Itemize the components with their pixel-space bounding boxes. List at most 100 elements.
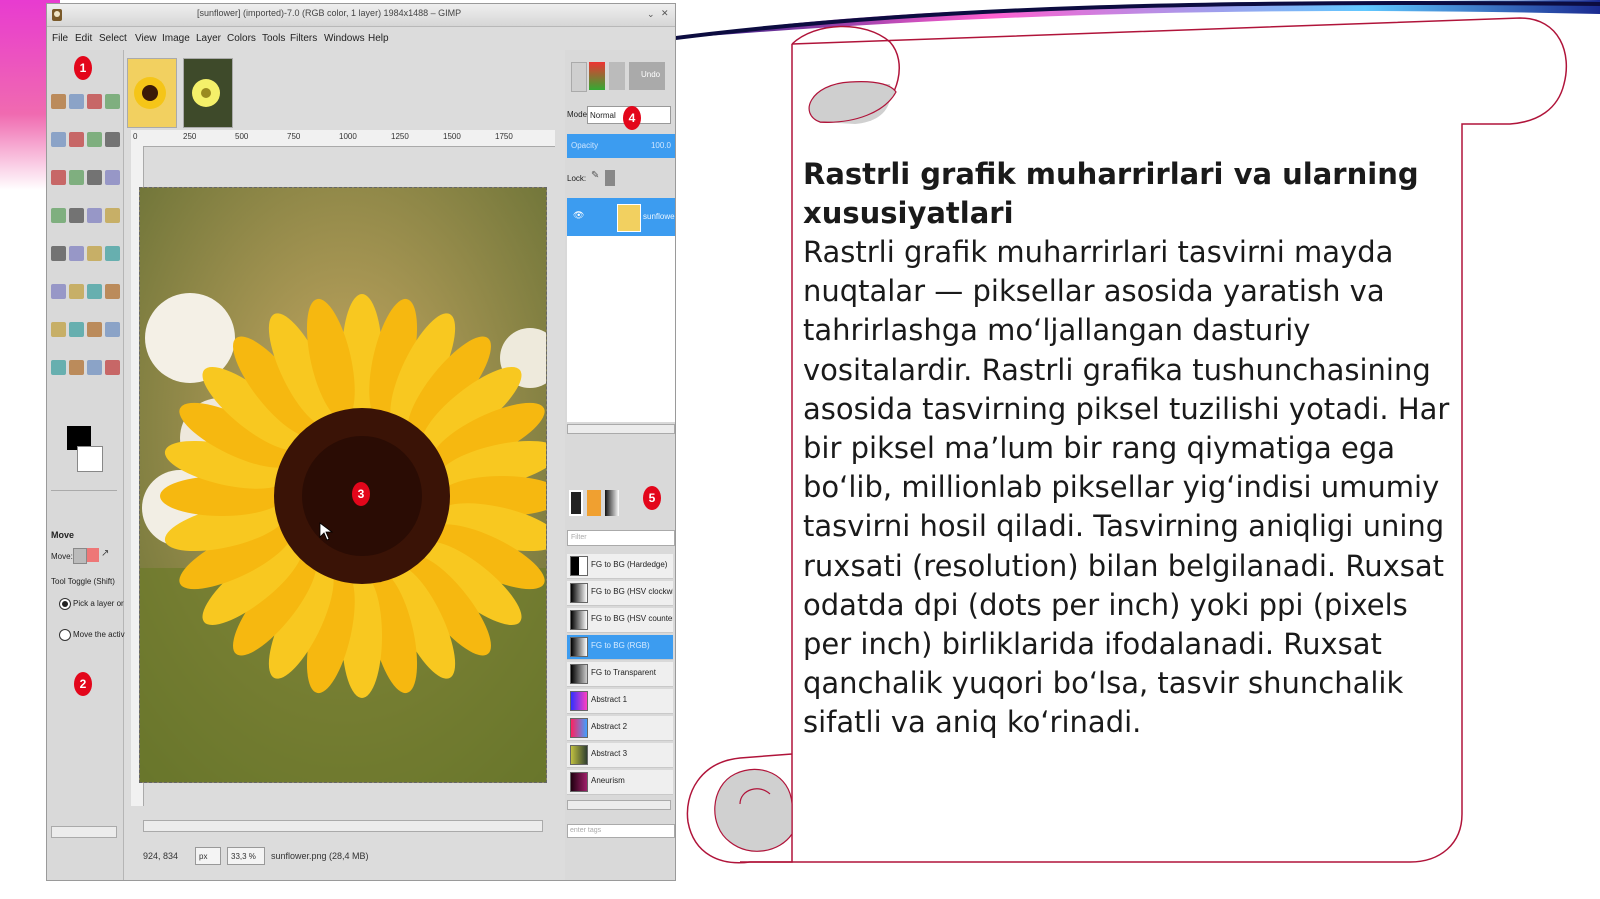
gradient-label: FG to Transparent bbox=[591, 668, 656, 677]
move-path-icon[interactable]: ↗ bbox=[101, 548, 113, 562]
opacity-slider[interactable]: Opacity 100.0 bbox=[567, 134, 675, 158]
tool-icon[interactable] bbox=[105, 284, 120, 299]
menu-tools[interactable]: Tools bbox=[262, 33, 285, 44]
gradient-item[interactable]: FG to BG (HSV clockwise h bbox=[567, 581, 673, 606]
tool-icon[interactable] bbox=[51, 94, 66, 109]
tool-icon[interactable] bbox=[51, 170, 66, 185]
tool-icon[interactable] bbox=[69, 170, 84, 185]
menu-select[interactable]: Select bbox=[99, 33, 127, 44]
tool-icon[interactable] bbox=[87, 132, 102, 147]
undo-tab[interactable]: Undo bbox=[629, 62, 665, 90]
move-active-radio[interactable] bbox=[59, 629, 71, 641]
gradient-item[interactable]: Abstract 1 bbox=[567, 689, 673, 714]
layer-visibility-icon[interactable]: 👁 bbox=[573, 210, 584, 221]
tool-icon[interactable] bbox=[69, 208, 84, 223]
layers-list[interactable] bbox=[567, 236, 675, 422]
tool-icon[interactable] bbox=[87, 322, 102, 337]
horizontal-ruler[interactable]: 0 250 500 750 1000 1250 1500 1750 bbox=[131, 130, 555, 147]
tool-options-tabs[interactable] bbox=[51, 490, 117, 519]
toolbox-footer-icons[interactable] bbox=[51, 850, 117, 866]
tool-icon[interactable] bbox=[51, 208, 66, 223]
unit-select[interactable]: px bbox=[195, 847, 221, 865]
tool-icon[interactable] bbox=[105, 360, 120, 375]
tool-icon[interactable] bbox=[51, 246, 66, 261]
menu-windows[interactable]: Windows bbox=[324, 33, 365, 44]
tool-toggle-label: Tool Toggle (Shift) bbox=[51, 577, 115, 586]
tool-icon[interactable] bbox=[51, 132, 66, 147]
layers-footer-icons[interactable] bbox=[567, 446, 675, 466]
paths-tab-icon[interactable] bbox=[609, 62, 625, 90]
tool-icon[interactable] bbox=[69, 360, 84, 375]
layers-scrollbar[interactable] bbox=[567, 424, 675, 434]
tool-icon[interactable] bbox=[69, 132, 84, 147]
gradient-item[interactable]: FG to BG (HSV counter-clo bbox=[567, 608, 673, 633]
tool-icon[interactable] bbox=[105, 322, 120, 337]
gradients-scrollbar[interactable] bbox=[567, 800, 671, 810]
zoom-select[interactable]: 33,3 % bbox=[227, 847, 265, 865]
window-close-icon[interactable]: ✕ bbox=[661, 8, 669, 19]
tool-icon[interactable] bbox=[69, 246, 84, 261]
gradients-footer-icons[interactable] bbox=[567, 848, 675, 868]
image-tab-sunflower[interactable] bbox=[127, 58, 177, 128]
lock-alpha-icon[interactable] bbox=[605, 170, 615, 186]
horizontal-scrollbar[interactable] bbox=[143, 820, 543, 832]
channels-tab-icon[interactable] bbox=[589, 62, 605, 90]
menu-image[interactable]: Image bbox=[162, 33, 190, 44]
tool-icon[interactable] bbox=[105, 132, 120, 147]
gimp-logo-icon bbox=[52, 9, 62, 21]
tool-icon[interactable] bbox=[51, 322, 66, 337]
lock-pixels-icon[interactable]: ✎ bbox=[591, 170, 601, 186]
gradient-item[interactable]: FG to Transparent bbox=[567, 662, 673, 687]
sunflower-image[interactable]: 3 bbox=[139, 187, 547, 783]
marker-5: 5 bbox=[643, 486, 661, 510]
layer-name: sunflowe bbox=[643, 212, 675, 221]
move-layer-icon[interactable] bbox=[73, 548, 87, 564]
menu-colors[interactable]: Colors bbox=[227, 33, 256, 44]
gradient-item[interactable]: FG to BG (Hardedge) bbox=[567, 554, 673, 579]
brushes-tab-icon[interactable] bbox=[569, 490, 583, 516]
right-dock: Undo Mode Normal 4 Opacity 100.0 Lock: ✎… bbox=[565, 50, 675, 880]
menu-view[interactable]: View bbox=[135, 33, 157, 44]
tool-icon[interactable] bbox=[87, 284, 102, 299]
gradient-swatch bbox=[570, 664, 588, 684]
window-minimize-icon[interactable]: ⌄ bbox=[647, 9, 655, 20]
toolbox-scrollbar[interactable] bbox=[51, 826, 117, 838]
tool-icon[interactable] bbox=[87, 246, 102, 261]
tool-options-title: Move bbox=[51, 530, 75, 540]
menu-help[interactable]: Help bbox=[368, 33, 389, 44]
tool-icon[interactable] bbox=[87, 360, 102, 375]
tool-icon[interactable] bbox=[87, 170, 102, 185]
tool-icon[interactable] bbox=[69, 94, 84, 109]
menu-file[interactable]: File bbox=[52, 33, 68, 44]
menu-layer[interactable]: Layer bbox=[196, 33, 221, 44]
menu-edit[interactable]: Edit bbox=[75, 33, 92, 44]
tag-input[interactable]: enter tags bbox=[567, 824, 675, 838]
tool-icon[interactable] bbox=[87, 94, 102, 109]
gradient-label: Abstract 2 bbox=[591, 722, 628, 731]
background-color-swatch[interactable] bbox=[77, 446, 103, 472]
tool-icon[interactable] bbox=[105, 170, 120, 185]
tool-icon[interactable] bbox=[51, 360, 66, 375]
patterns-tab-icon[interactable] bbox=[587, 490, 601, 516]
window-titlebar[interactable]: [sunflower] (imported)-7.0 (RGB color, 1… bbox=[47, 4, 675, 27]
tool-icon[interactable] bbox=[69, 284, 84, 299]
gradient-item[interactable]: Abstract 3 bbox=[567, 743, 673, 768]
tool-icon[interactable] bbox=[51, 284, 66, 299]
menu-filters[interactable]: Filters bbox=[290, 33, 317, 44]
tool-icon[interactable] bbox=[105, 94, 120, 109]
tool-icon[interactable] bbox=[105, 208, 120, 223]
gradient-item[interactable]: Abstract 2 bbox=[567, 716, 673, 741]
tool-icon[interactable] bbox=[105, 246, 120, 261]
layer-row-sunflower[interactable]: 👁 sunflowe bbox=[567, 198, 675, 236]
marker-4: 4 bbox=[623, 106, 641, 130]
gradient-filter-input[interactable]: Filter bbox=[567, 530, 675, 546]
gradient-item-selected[interactable]: FG to BG (RGB) bbox=[567, 635, 673, 660]
pick-layer-radio[interactable] bbox=[59, 598, 71, 610]
tool-icon[interactable] bbox=[69, 322, 84, 337]
tool-icon[interactable] bbox=[87, 208, 102, 223]
move-selection-icon[interactable] bbox=[87, 548, 99, 562]
dock-menu-icon[interactable] bbox=[571, 62, 587, 92]
gradient-item[interactable]: Aneurism bbox=[567, 770, 673, 795]
image-tab-flower[interactable] bbox=[183, 58, 233, 128]
gradients-tab-icon[interactable] bbox=[605, 490, 619, 516]
